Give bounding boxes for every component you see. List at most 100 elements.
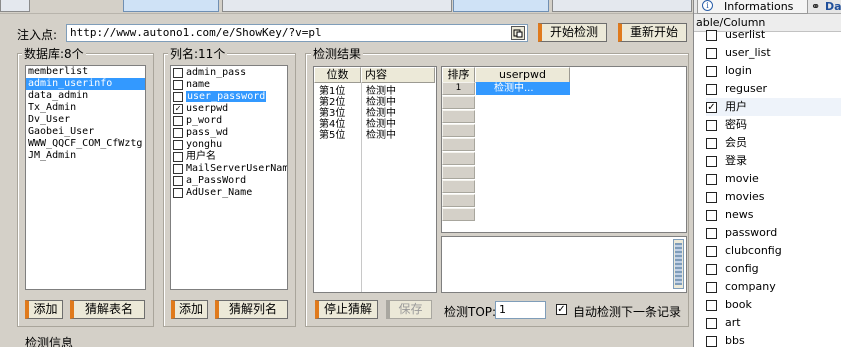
top-tab[interactable]	[222, 0, 452, 12]
column-checkbox[interactable]: ✓	[173, 104, 183, 114]
top-tab-active[interactable]	[123, 0, 219, 12]
table-checkbox[interactable]	[706, 192, 717, 203]
row-header	[442, 110, 475, 123]
top-label: 检测TOP:	[444, 305, 497, 319]
table-checkbox[interactable]	[706, 156, 717, 167]
column-list-item[interactable]: user_password	[171, 91, 287, 103]
col-header-userpwd: userpwd	[475, 67, 570, 83]
column-name: AdUser_Name	[186, 187, 253, 198]
column-list-item[interactable]: p_word	[171, 115, 287, 127]
top-input[interactable]: 1	[495, 301, 546, 319]
table-checkbox-item[interactable]: ✓ 用户	[706, 98, 841, 116]
crack-columns-button[interactable]: 猜解列名	[215, 300, 288, 319]
column-list-item[interactable]: AdUser_Name	[171, 187, 287, 199]
table-checkbox[interactable]	[706, 282, 717, 293]
row-header	[442, 180, 475, 193]
selected-cell[interactable]: 检测中...	[476, 82, 570, 95]
table-checkbox[interactable]	[706, 84, 717, 95]
data-tab-label[interactable]: Da	[825, 0, 841, 13]
column-divider	[361, 83, 362, 292]
table-checkbox[interactable]	[706, 120, 717, 131]
result-position-cell: 第3位	[319, 108, 346, 119]
result-position-cell: 第5位	[319, 130, 346, 141]
copy-icon	[513, 29, 523, 38]
informations-tab[interactable]: i Informations	[697, 0, 808, 14]
database-list-item[interactable]: Dv_User	[26, 114, 145, 126]
auto-next-label: 自动检测下一条记录	[573, 305, 682, 319]
column-name: admin_pass	[186, 67, 247, 78]
scrollbar-thumb[interactable]	[675, 243, 682, 285]
table-checkbox[interactable]	[706, 228, 717, 239]
userpwd-grid: 排序 userpwd 1 检测中...	[441, 66, 687, 233]
table-checkbox[interactable]	[706, 336, 717, 347]
col-header-content: 内容	[361, 67, 435, 83]
column-checkbox[interactable]	[173, 176, 183, 186]
column-list-item[interactable]: a_PassWord	[171, 175, 287, 187]
table-checkbox[interactable]	[706, 246, 717, 257]
crack-tables-button[interactable]: 猜解表名	[70, 300, 145, 319]
database-list-item[interactable]: data_admin	[26, 90, 145, 102]
database-list[interactable]: memberlist admin_userinfo data_admin Tx_Adm…	[25, 65, 146, 290]
table-name: 登录	[725, 154, 747, 167]
row-header	[442, 124, 475, 137]
column-checkbox[interactable]	[173, 140, 183, 150]
column-list-item[interactable]: MailServerUserNam	[171, 163, 287, 175]
table-checkbox[interactable]	[706, 300, 717, 311]
col-header-position: 位数	[314, 67, 361, 83]
table-checkbox[interactable]	[706, 48, 717, 59]
inject-url-input[interactable]: http://www.autono1.com/e/ShowKey/?v=pl	[66, 24, 528, 42]
auto-next-checkbox[interactable]: ✓	[556, 304, 567, 315]
column-checkbox[interactable]	[173, 188, 183, 198]
database-list-item[interactable]: WWW_QQCF_COM_CfWztg	[26, 138, 145, 150]
stop-crack-button[interactable]: 停止猜解	[315, 300, 378, 319]
database-list-item[interactable]: Gaobei_User	[26, 126, 145, 138]
column-list-item[interactable]: pass_wd	[171, 127, 287, 139]
row-header	[442, 96, 475, 109]
database-list-item[interactable]: admin_userinfo	[26, 78, 145, 90]
column-checkbox[interactable]	[173, 68, 183, 78]
database-list-item[interactable]: Tx_Admin	[26, 102, 145, 114]
table-name: movies	[725, 190, 765, 203]
column-name: yonghu	[186, 139, 223, 150]
add-database-button[interactable]: 添加	[25, 300, 63, 319]
table-checkbox[interactable]	[706, 174, 717, 185]
table-name: config	[725, 262, 759, 275]
scrollbar[interactable]	[673, 239, 684, 289]
column-checkbox[interactable]	[173, 152, 183, 162]
table-checkbox[interactable]	[706, 210, 717, 221]
column-checkbox[interactable]	[173, 116, 183, 126]
column-checkbox[interactable]	[173, 80, 183, 90]
column-checkbox[interactable]	[173, 164, 183, 174]
column-name: pass_wd	[186, 127, 229, 138]
top-tab[interactable]	[0, 0, 30, 12]
reset-button[interactable]: 重新开始	[618, 23, 687, 42]
column-list-item[interactable]: yonghu	[171, 139, 287, 151]
database-list-item[interactable]: memberlist	[26, 66, 145, 78]
right-tab-bar: i Informations ⚭ Da	[694, 0, 841, 14]
column-list-item[interactable]: ✓ userpwd	[171, 103, 287, 115]
column-checkbox[interactable]	[173, 128, 183, 138]
column-checkbox[interactable]	[173, 92, 183, 102]
add-column-button[interactable]: 添加	[171, 300, 208, 319]
columns-list[interactable]: admin_pass name user_password ✓ userpwd p_wor…	[170, 65, 288, 290]
start-check-button[interactable]: 开始检测	[538, 23, 607, 42]
table-name: reguser	[725, 82, 768, 95]
column-list-item[interactable]: name	[171, 79, 287, 91]
results-table: 位数 内容 第1位 第2位 第3位 第4位 第5位 检测中 检测中 检测中 检测中 检测中	[313, 66, 437, 293]
top-tab[interactable]	[552, 0, 692, 12]
column-list-item[interactable]: 用户名	[171, 151, 287, 163]
table-checkbox[interactable]	[706, 138, 717, 149]
table-checkbox[interactable]	[706, 30, 717, 41]
top-tab-active[interactable]	[453, 0, 549, 12]
row-header	[442, 166, 475, 179]
url-dropdown-button[interactable]	[511, 26, 525, 40]
table-checkbox[interactable]	[706, 318, 717, 329]
table-checkbox[interactable]	[706, 264, 717, 275]
table-checkbox[interactable]	[706, 66, 717, 77]
table-name: news	[725, 208, 754, 221]
row-number: 1	[442, 82, 475, 95]
column-list-item[interactable]: admin_pass	[171, 67, 287, 79]
database-list-item[interactable]: JM_Admin	[26, 150, 145, 162]
table-checkbox[interactable]: ✓	[706, 102, 717, 113]
save-button[interactable]: 保存	[386, 300, 432, 319]
